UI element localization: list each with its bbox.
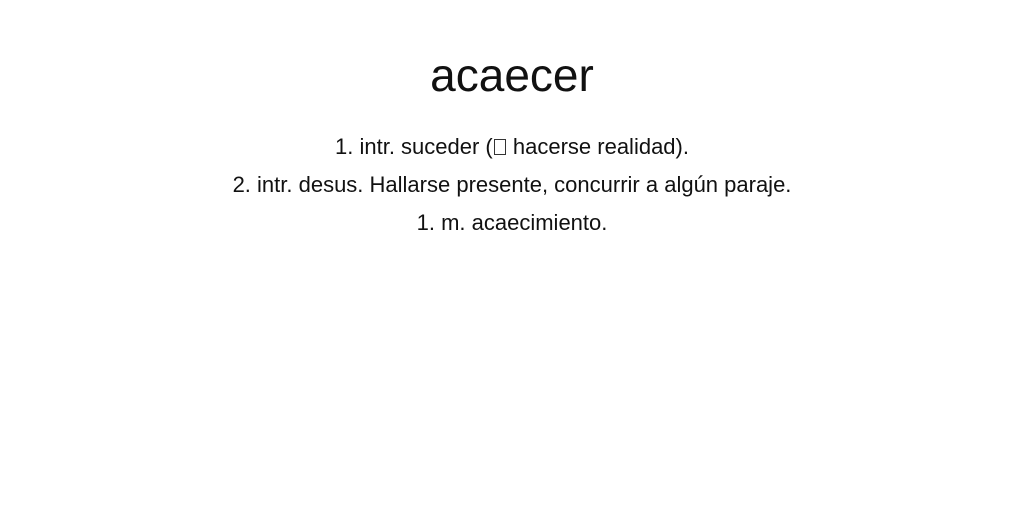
- definition-1-text-before-symbol: 1. intr. suceder (: [335, 134, 493, 159]
- definitions-list: 1. intr. suceder ( hacerse realidad). 2.…: [0, 128, 1024, 242]
- definition-3: 1. m. acaecimiento.: [416, 210, 608, 235]
- entry-word-title: acaecer: [430, 49, 594, 101]
- definition-1-text-after-symbol: hacerse realidad).: [506, 134, 689, 159]
- definition-1: 1. intr. suceder ( hacerse realidad).: [0, 128, 1024, 166]
- definition-2: 2. intr. desus. Hallarse presente, concu…: [232, 172, 792, 197]
- dictionary-entry-page: acaecer 1. intr. suceder ( hacerse reali…: [0, 0, 1024, 512]
- missing-glyph-box-icon: [493, 139, 506, 155]
